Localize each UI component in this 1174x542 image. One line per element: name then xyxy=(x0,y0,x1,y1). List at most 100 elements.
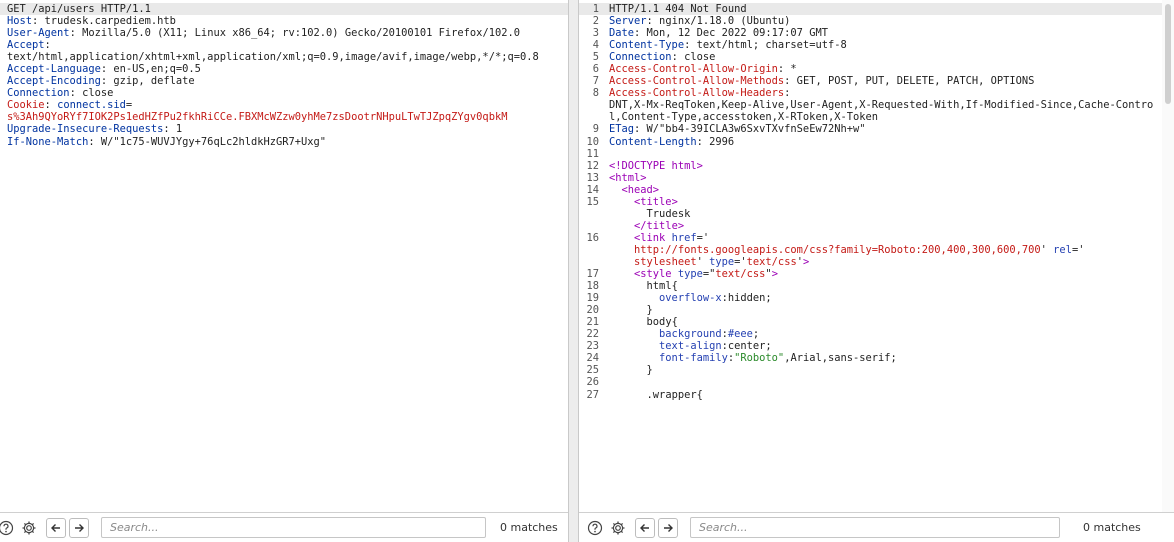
response-line[interactable]: 2 Server: nginx/1.18.0 (Ubuntu) xyxy=(579,15,1162,27)
response-line[interactable]: 3 Date: Mon, 12 Dec 2022 09:17:07 GMT xyxy=(579,27,1162,39)
code-token: type xyxy=(677,268,703,281)
line-number: 14 xyxy=(586,183,599,196)
response-match-count: 0 matches xyxy=(1083,521,1141,534)
response-line[interactable]: 6 Access-Control-Allow-Origin: * xyxy=(579,63,1162,75)
response-line-text: </title> xyxy=(603,220,1162,232)
response-search-input[interactable] xyxy=(690,517,1060,538)
response-line[interactable]: 14 <head> xyxy=(579,184,1162,196)
response-scrollbar[interactable] xyxy=(1162,0,1174,512)
code-token: background xyxy=(659,328,722,341)
request-line[interactable]: Accept: text/html,application/xhtml+xml,… xyxy=(0,39,568,63)
response-line-text: } xyxy=(603,364,1162,376)
response-line[interactable]: 4 Content-Type: text/html; charset=utf-8 xyxy=(579,39,1162,51)
request-line[interactable]: Upgrade-Insecure-Requests: 1 xyxy=(0,123,568,135)
response-line[interactable]: DNT,X-Mx-ReqToken,Keep-Alive,User-Agent,… xyxy=(579,99,1162,123)
code-token: If-None-Match xyxy=(7,135,89,148)
line-number: 1 xyxy=(592,3,599,15)
response-line-text: overflow-x:hidden; xyxy=(603,292,1162,304)
request-line[interactable]: Host: trudesk.carpediem.htb xyxy=(0,15,568,27)
response-line[interactable]: 11 xyxy=(579,148,1162,160)
response-line[interactable]: 13 <html> xyxy=(579,172,1162,184)
response-line[interactable]: Trudesk xyxy=(579,208,1162,220)
request-line-text: Accept: text/html,application/xhtml+xml,… xyxy=(0,39,568,63)
response-line[interactable]: 23 text-align:center; xyxy=(579,340,1162,352)
response-line[interactable]: 21 body{ xyxy=(579,316,1162,328)
response-line[interactable]: 7 Access-Control-Allow-Methods: GET, POST… xyxy=(579,75,1162,87)
code-token: : xyxy=(784,87,791,100)
response-scroll-thumb[interactable] xyxy=(1165,4,1171,104)
response-line-text: http://fonts.googleapis.com/css?family=R… xyxy=(603,244,1162,256)
response-line[interactable]: 16 <link href=' xyxy=(579,232,1162,244)
request-line[interactable]: User-Agent: Mozilla/5.0 (X11; Linux x86_… xyxy=(0,27,568,39)
settings-icon[interactable] xyxy=(19,518,39,538)
line-number: 11 xyxy=(586,147,599,160)
response-editor[interactable]: 1 HTTP/1.1 404 Not Found 2 Server: nginx/1.… xyxy=(579,0,1162,512)
code-token: > xyxy=(771,268,778,281)
pane-divider[interactable] xyxy=(569,0,578,542)
code-token: Trudesk xyxy=(609,207,691,220)
response-line[interactable]: 24 font-family:"Roboto",Arial,sans-serif… xyxy=(579,352,1162,364)
line-number: 12 xyxy=(586,159,599,172)
help-icon[interactable] xyxy=(0,518,16,538)
request-line-text: Host: trudesk.carpediem.htb xyxy=(0,15,568,27)
response-line[interactable]: 18 html{ xyxy=(579,280,1162,292)
response-line[interactable]: stylesheet' type='text/css'> xyxy=(579,256,1162,268)
response-line[interactable]: 20 } xyxy=(579,304,1162,316)
request-line[interactable]: Connection: close xyxy=(0,87,568,99)
response-line-text: <html> xyxy=(603,172,1162,184)
response-line-text: text-align:center; xyxy=(603,340,1162,352)
request-line[interactable]: Cookie: connect.sid= s%3Ah9QYoRYf7IOK2Ps… xyxy=(0,99,568,123)
response-line-text: html{ xyxy=(603,280,1162,292)
code-token: <title> xyxy=(634,195,678,208)
response-line-text: body{ xyxy=(603,316,1162,328)
response-line[interactable]: http://fonts.googleapis.com/css?family=R… xyxy=(579,244,1162,256)
line-number: 5 xyxy=(592,51,599,64)
response-line[interactable]: 12 <!DOCTYPE html> xyxy=(579,160,1162,172)
response-line[interactable]: </title> xyxy=(579,220,1162,232)
response-line[interactable]: 17 <style type="text/css"> xyxy=(579,268,1162,280)
code-token: http://fonts.googleapis.com/css?family=R… xyxy=(609,243,1041,256)
code-token: : text/html,application/xhtml+xml,applic… xyxy=(7,39,539,64)
response-line[interactable]: 10 Content-Length: 2996 xyxy=(579,136,1162,148)
response-line[interactable]: 22 background:#eee; xyxy=(579,328,1162,340)
arrow-left-icon[interactable] xyxy=(46,517,66,538)
request-line[interactable]: GET /api/users HTTP/1.1 xyxy=(0,3,568,16)
request-editor[interactable]: GET /api/users HTTP/1.1 Host: trudesk.car… xyxy=(0,0,568,512)
response-line[interactable]: 19 overflow-x:hidden; xyxy=(579,292,1162,304)
request-line[interactable]: If-None-Match: W/"1c75-WUVJYgy+76qLc2hld… xyxy=(0,136,568,148)
line-number: 8 xyxy=(592,87,599,100)
response-line-text: Access-Control-Allow-Origin: * xyxy=(603,63,1162,75)
response-line[interactable]: 8 Access-Control-Allow-Headers: xyxy=(579,87,1162,99)
code-token: ; xyxy=(752,328,760,341)
code-token: type xyxy=(709,255,735,268)
request-line[interactable]: Accept-Language: en-US,en;q=0.5 xyxy=(0,63,568,75)
request-line[interactable]: Accept-Encoding: gzip, deflate xyxy=(0,75,568,87)
arrow-right-icon[interactable] xyxy=(658,517,678,538)
line-number: 4 xyxy=(592,39,599,52)
arrow-left-icon[interactable] xyxy=(635,517,655,538)
response-line[interactable]: 25 } xyxy=(579,364,1162,376)
request-line-text: Cookie: connect.sid= s%3Ah9QYoRYf7IOK2Ps… xyxy=(0,99,568,123)
arrow-right-icon[interactable] xyxy=(69,517,89,538)
line-number: 25 xyxy=(586,364,599,377)
response-line[interactable]: 1 HTTP/1.1 404 Not Found xyxy=(579,3,1162,16)
request-search-input[interactable] xyxy=(101,517,486,538)
code-token: ' xyxy=(696,255,710,268)
code-token: text/css xyxy=(715,268,766,281)
response-line-text: Date: Mon, 12 Dec 2022 09:17:07 GMT xyxy=(603,27,1162,39)
response-line[interactable]: 26 xyxy=(579,376,1162,388)
response-line[interactable]: 5 Connection: close xyxy=(579,51,1162,63)
response-line-text: Connection: close xyxy=(603,51,1162,63)
response-line[interactable]: 15 <title> xyxy=(579,196,1162,208)
code-token: : W/"1c75-WUVJYgy+76qLc2hldkHzGR7+Uxg" xyxy=(88,135,327,148)
help-icon[interactable] xyxy=(585,518,605,538)
settings-icon[interactable] xyxy=(608,518,628,538)
code-token: Access-Control-Allow-Origin xyxy=(609,63,778,76)
code-token: connect.sid xyxy=(57,99,126,112)
response-line[interactable]: 9 ETag: W/"bb4-39ICLA3w6SxvTXvfnSeEw72Nh+… xyxy=(579,123,1162,135)
code-token: = xyxy=(125,99,133,112)
response-line[interactable]: 27 .wrapper{ xyxy=(579,389,1162,401)
